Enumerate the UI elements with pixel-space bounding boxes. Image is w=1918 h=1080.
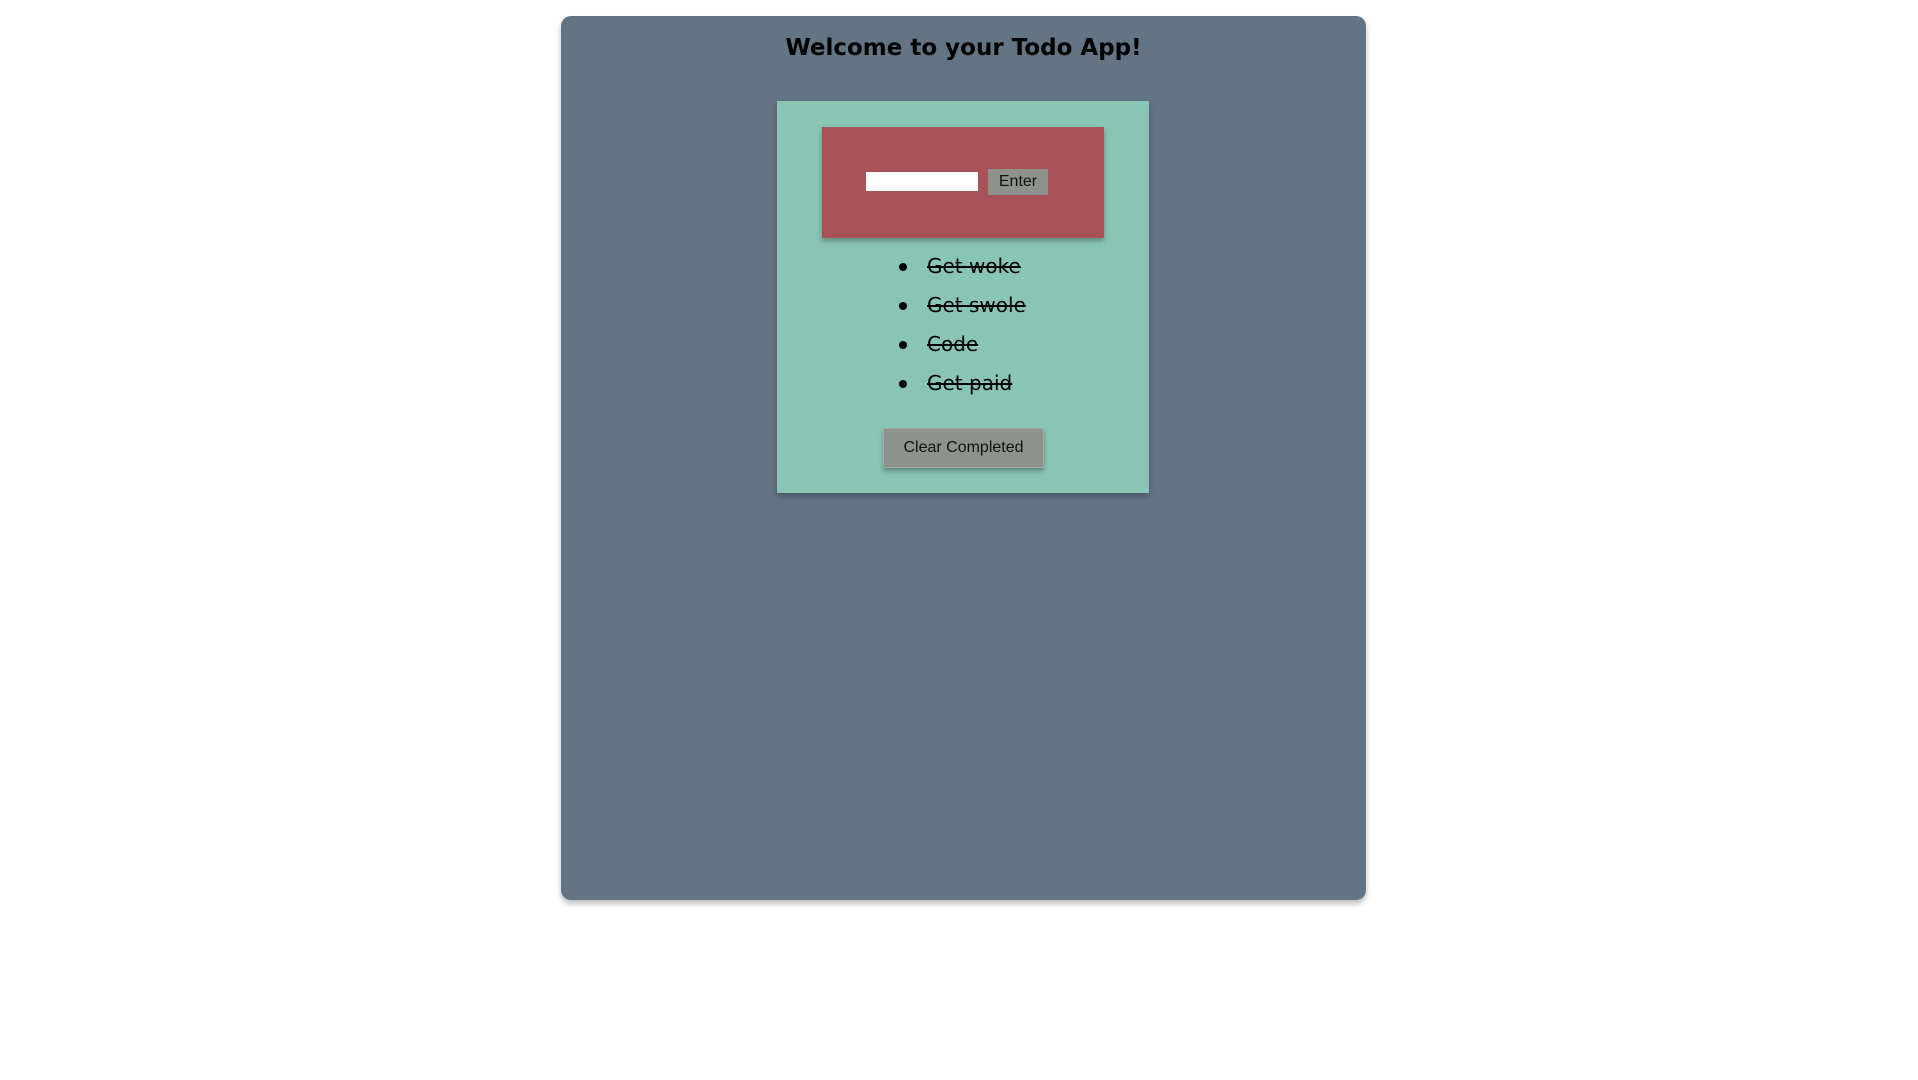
todo-item-get-paid: Get paid	[777, 364, 1149, 403]
todo-card: Enter Get woke Get swole Code Get paid C…	[777, 101, 1149, 493]
todo-item-text[interactable]: Get swole	[927, 286, 1026, 325]
todo-input[interactable]	[866, 172, 978, 191]
todo-list: Get woke Get swole Code Get paid	[777, 247, 1149, 403]
bullet-icon	[899, 341, 907, 349]
todo-item-get-woke: Get woke	[777, 247, 1149, 286]
bullet-icon	[899, 380, 907, 388]
todo-app-container: Welcome to your Todo App! Enter Get woke…	[561, 16, 1366, 900]
bullet-icon	[899, 302, 907, 310]
todo-item-get-swole: Get swole	[777, 286, 1149, 325]
todo-input-panel: Enter	[822, 127, 1104, 238]
enter-button[interactable]: Enter	[988, 169, 1048, 195]
todo-item-text[interactable]: Code	[927, 325, 978, 364]
bullet-icon	[899, 263, 907, 271]
clear-completed-button[interactable]: Clear Completed	[883, 428, 1044, 468]
todo-item-text[interactable]: Get woke	[927, 247, 1021, 286]
todo-item-text[interactable]: Get paid	[927, 364, 1012, 403]
page-title: Welcome to your Todo App!	[785, 35, 1142, 61]
todo-item-code: Code	[777, 325, 1149, 364]
